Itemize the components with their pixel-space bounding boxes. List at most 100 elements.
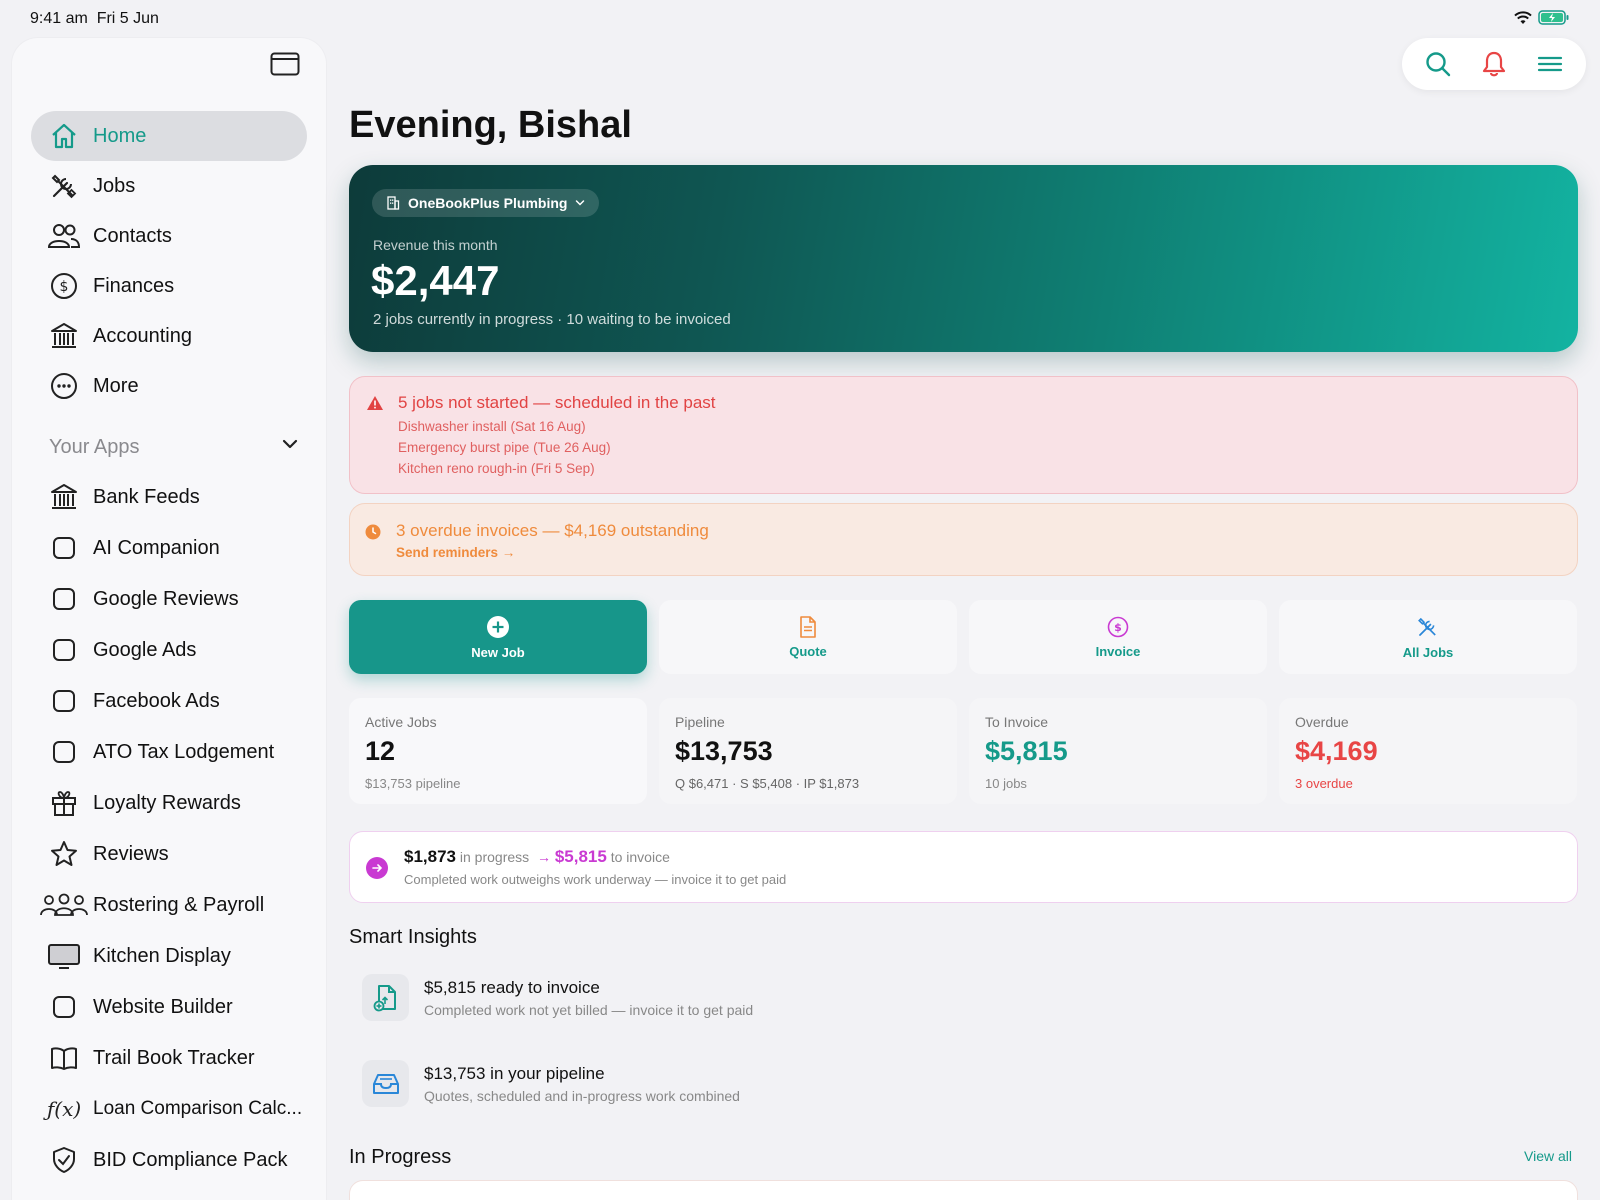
sidebar-item-google-reviews[interactable]: Google Reviews [31,574,307,624]
new-job-button[interactable]: New Job [349,600,647,674]
view-all-link[interactable]: View all [1524,1148,1572,1164]
sidebar-item-ato-tax-lodgement[interactable]: ATO Tax Lodgement [31,727,307,777]
your-apps-toggle[interactable]: Your Apps [49,432,299,462]
insight-ready-to-invoice[interactable]: $5,815 ready to invoice Completed work n… [362,974,1562,1026]
sidebar-item-label: Kitchen Display [93,944,231,967]
wifi-icon [1514,10,1532,24]
sidebar-item-more[interactable]: More [31,361,307,411]
shield-check-icon [47,1143,81,1177]
sidebar-item-reviews[interactable]: Reviews [31,829,307,879]
stat-sub: Q $6,471 · S $5,408 · IP $1,873 [675,776,860,791]
sidebar-item-label: Google Reviews [93,587,239,610]
alert-job-line: Dishwasher install (Sat 16 Aug) [398,419,586,434]
stat-pipeline[interactable]: Pipeline $13,753 Q $6,471 · S $5,408 · I… [659,698,957,804]
sidebar-item-label: Finances [93,274,175,297]
sidebar-item-jobs[interactable]: Jobs [31,161,307,211]
page-title: Evening, Bishal [349,104,632,146]
star-icon [47,837,81,871]
jobs-not-started-alert[interactable]: 5 jobs not started — scheduled in the pa… [349,376,1578,494]
stat-sub: $13,753 pipeline [365,776,461,791]
sidebar-item-kitchen-display[interactable]: Kitchen Display [31,931,307,981]
invoice-doc-icon [362,974,409,1021]
sidebar-item-rostering-payroll[interactable]: Rostering & Payroll [31,880,307,930]
sidebar-item-loan-comparison[interactable]: ƒ(x) Loan Comparison Calc... [31,1084,307,1134]
sidebar-item-trail-book-tracker[interactable]: Trail Book Tracker [31,1033,307,1083]
sidebar-item-finances[interactable]: $ Finances [31,261,307,311]
gift-icon [47,786,81,820]
stat-overdue[interactable]: Overdue $4,169 3 overdue [1279,698,1577,804]
monitor-icon [47,939,81,973]
group-icon [39,888,89,922]
progress-to-invoice-card[interactable]: $1,873 in progress → $5,815 to invoice C… [349,831,1578,903]
stat-value: $13,753 [675,736,773,766]
overdue-invoices-alert[interactable]: 3 overdue invoices — $4,169 outstanding … [349,503,1578,576]
stat-value: $5,815 [985,736,1068,766]
stat-label: Active Jobs [365,714,437,730]
status-time: 9:41 am Fri 5 Jun [30,10,159,28]
hamburger-icon [1537,56,1563,72]
sidebar-item-accounting[interactable]: Accounting [31,311,307,361]
tools-icon [47,169,81,203]
stat-label: Pipeline [675,714,725,730]
to-invoice-amount: $5,815 [554,847,607,866]
sidebar-toggle-icon[interactable] [270,52,300,76]
to-invoice-label: to invoice [610,849,670,865]
flow-arrow: → [536,849,551,865]
stat-value: 12 [365,736,396,766]
sidebar-item-bid-compliance[interactable]: BID Compliance Pack [31,1135,307,1185]
bank-icon [47,319,81,353]
search-button[interactable] [1418,44,1458,84]
dollar-circle-icon: $ [1107,616,1129,637]
book-icon [47,1041,81,1075]
sidebar-item-loyalty-rewards[interactable]: Loyalty Rewards [31,778,307,828]
sidebar-item-label: Rostering & Payroll [93,893,265,916]
document-icon [800,615,816,638]
revenue-subtitle: 2 jobs currently in progress · 10 waitin… [373,311,731,328]
sidebar-item-website-builder[interactable]: Website Builder [31,982,307,1032]
invoice-button[interactable]: $ Invoice [969,600,1267,674]
bell-icon [1482,51,1506,77]
action-label: Invoice [1095,643,1141,659]
sidebar-item-contacts[interactable]: Contacts [31,211,307,261]
action-label: Quote [789,643,827,659]
sidebar-item-label: Website Builder [93,995,233,1018]
insight-title: $13,753 in your pipeline [424,1064,605,1083]
insight-pipeline[interactable]: $13,753 in your pipeline Quotes, schedul… [362,1060,1562,1112]
arrow-right-circle-icon [366,857,388,879]
business-name: OneBookPlus Plumbing [408,195,568,211]
notifications-button[interactable] [1474,44,1514,84]
sidebar-item-label: BID Compliance Pack [93,1148,288,1171]
revenue-amount: $2,447 [371,257,500,304]
sidebar-item-facebook-ads[interactable]: Facebook Ads [31,676,307,726]
sidebar-item-google-ads[interactable]: Google Ads [31,625,307,675]
sidebar-item-label: Google Ads [93,638,197,661]
all-jobs-button[interactable]: All Jobs [1279,600,1577,674]
sidebar-item-ai-companion[interactable]: AI Companion [31,523,307,573]
chevron-down-icon [282,439,298,449]
sidebar-item-label: Jobs [93,174,136,197]
flow-note: Completed work outweighs work underway —… [404,872,787,887]
svg-text:$: $ [60,279,69,295]
quote-button[interactable]: Quote [659,600,957,674]
stat-to-invoice[interactable]: To Invoice $5,815 10 jobs [969,698,1267,804]
alert-job-line: Kitchen reno rough-in (Fri 5 Sep) [398,461,595,476]
sidebar-item-label: Home [93,124,147,147]
flow-summary: $1,873 in progress → $5,815 to invoice [404,847,670,867]
function-icon: ƒ(x) [46,1097,82,1121]
stat-active-jobs[interactable]: Active Jobs 12 $13,753 pipeline [349,698,647,804]
send-reminders-link[interactable]: Send reminders → [396,545,515,560]
sidebar-item-home[interactable]: Home [31,111,307,161]
stat-value: $4,169 [1295,736,1378,766]
sidebar-item-label: Bank Feeds [93,485,200,508]
square-icon [47,735,81,769]
sidebar-item-label: More [93,374,139,397]
in-progress-label: in progress [459,849,530,865]
business-selector[interactable]: OneBookPlus Plumbing [372,189,600,217]
status-date: Fri 5 Jun [96,10,159,27]
in-progress-card[interactable] [349,1180,1578,1200]
sidebar-item-bank-feeds[interactable]: Bank Feeds [31,472,307,522]
sidebar: Home Jobs Contacts $ Finances Accounting… [12,38,326,1200]
clock-icon [365,524,381,540]
menu-button[interactable] [1530,44,1570,84]
dollar-circle-icon: $ [47,269,81,303]
